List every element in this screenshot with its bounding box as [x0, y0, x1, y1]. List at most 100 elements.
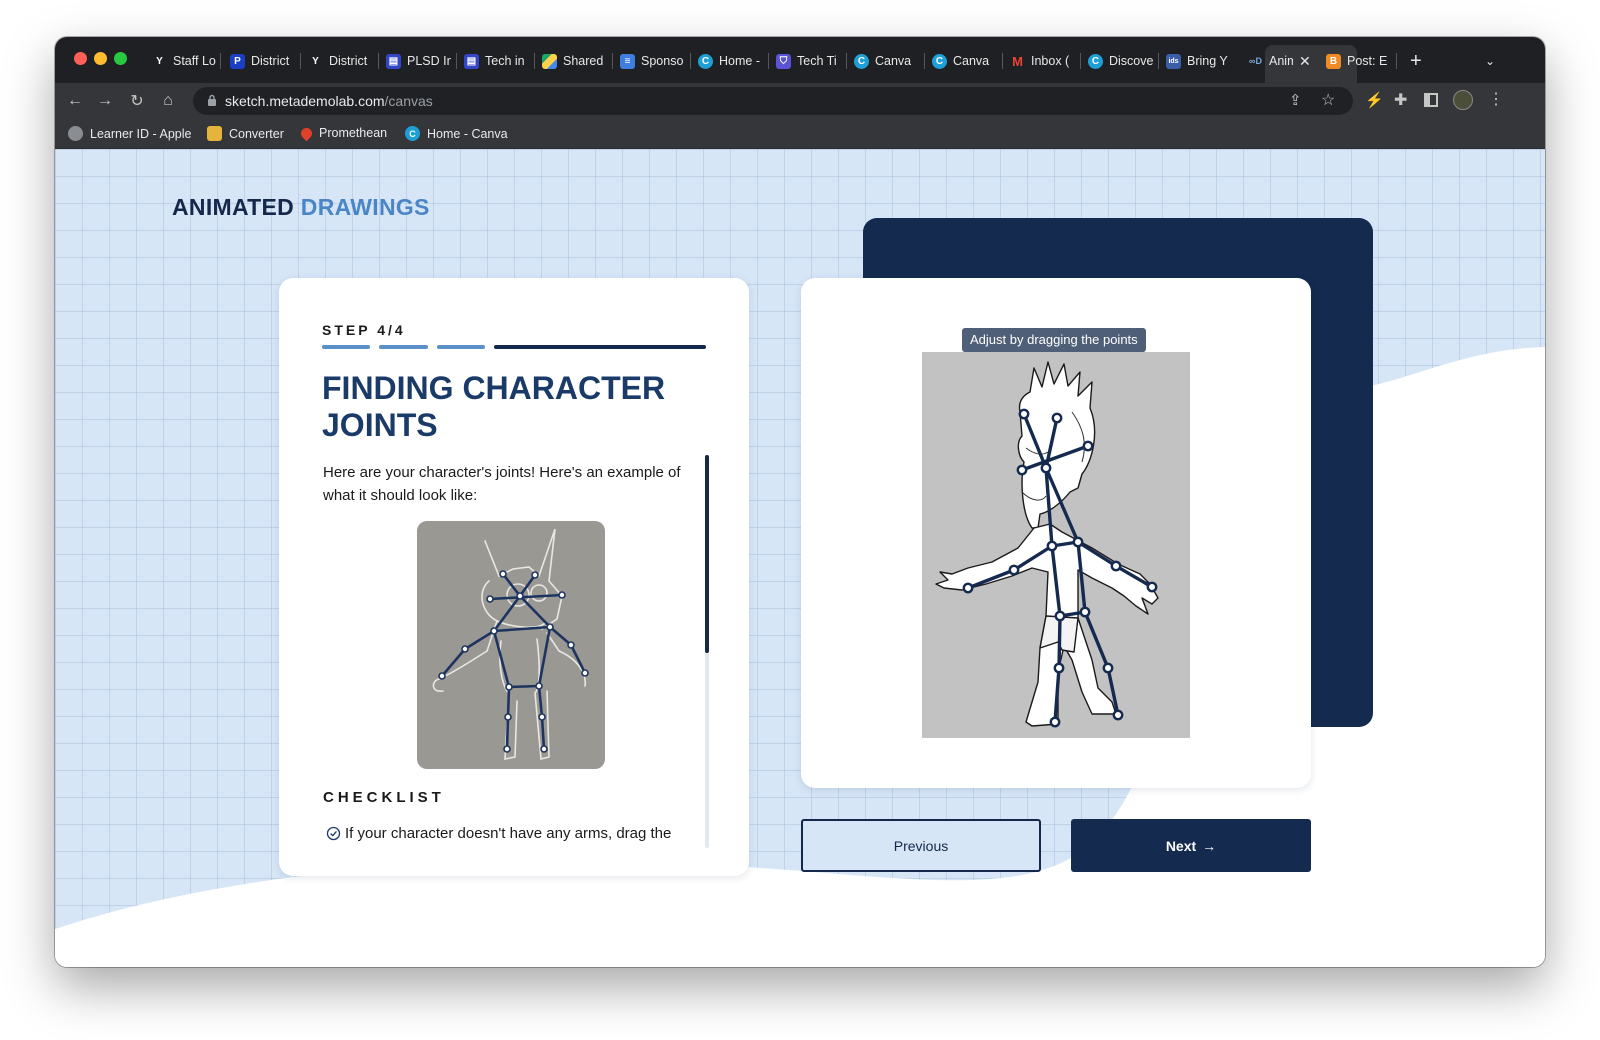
tab-label: Tech in	[485, 54, 525, 68]
converter-icon	[207, 126, 222, 141]
tab-separator	[220, 53, 221, 69]
progress-segment-4	[494, 345, 706, 349]
progress-segment-1	[322, 345, 370, 349]
canva-icon: C	[405, 126, 420, 141]
tab-6[interactable]: Shared	[542, 50, 607, 72]
chevron-down-icon: ⌄	[1485, 54, 1496, 68]
sidebar-icon[interactable]	[1424, 93, 1438, 107]
bookmark-label: Promethean	[319, 126, 388, 140]
tab-label: Home -	[719, 54, 760, 68]
browser-toolbar: ← → ↻ ⌂ sketch.metademolab.com/canvas ⇪ …	[55, 83, 1545, 119]
checklist-title: CHECKLIST	[323, 789, 445, 806]
tab-14[interactable]: ids Bring Y	[1166, 50, 1231, 72]
previous-button[interactable]: Previous	[801, 819, 1041, 872]
url-text: sketch.metademolab.com/canvas	[225, 93, 433, 109]
tab-bar: Y Staff Lo P District Y District ▤ PLSD In ▤…	[55, 37, 1545, 83]
tab-8[interactable]: C Home -	[698, 50, 763, 72]
tab-separator	[846, 53, 847, 69]
tab-separator	[378, 53, 379, 69]
tab-13[interactable]: C Discove	[1088, 50, 1153, 72]
tab-4[interactable]: ▤ PLSD In	[386, 50, 451, 72]
tab-2[interactable]: P District	[230, 50, 295, 72]
step-description: Here are your character's joints! Here's…	[323, 464, 681, 504]
canva-icon: C	[1088, 53, 1103, 69]
puzzle-icon[interactable]: ✚	[1394, 90, 1407, 110]
brand-part2: DRAWINGS	[300, 194, 430, 220]
brand-logo[interactable]: ANIMATED DRAWINGS	[172, 194, 430, 221]
canva-icon: C	[932, 53, 947, 69]
tab-separator	[1158, 53, 1159, 69]
tab-15-active[interactable]: ∞D Anim ✕	[1248, 50, 1311, 72]
promethean-icon	[298, 125, 315, 141]
check-circle-icon	[326, 826, 341, 841]
forward-button[interactable]: →	[95, 91, 115, 111]
close-tab-icon[interactable]: ✕	[1299, 53, 1311, 70]
gmail-icon: M	[1012, 53, 1023, 69]
yahoo-icon: Y	[312, 55, 319, 67]
tab-label: Shared	[563, 54, 604, 68]
meta-icon: ∞D	[1249, 56, 1262, 66]
home-icon: ⌂	[163, 92, 173, 109]
scrollbar-thumb[interactable]	[705, 455, 709, 653]
docs-icon: ≡	[620, 53, 635, 69]
tab-10[interactable]: C Canva	[854, 50, 919, 72]
lock-icon	[208, 94, 216, 106]
bookmark-converter[interactable]: Converter	[207, 126, 284, 141]
minimize-window-button[interactable]	[94, 52, 107, 65]
close-window-button[interactable]	[74, 52, 87, 65]
home-button[interactable]: ⌂	[158, 91, 178, 111]
extension-icon[interactable]: ⚡	[1365, 91, 1384, 109]
tab-label: Tech Ti	[797, 54, 837, 68]
shield-icon: ⛉	[776, 53, 791, 69]
arrow-right-icon: →	[1202, 837, 1217, 854]
character-skeleton-svg[interactable]	[922, 352, 1190, 738]
tab-separator	[1396, 53, 1397, 69]
address-bar[interactable]: sketch.metademolab.com/canvas ⇪ ☆	[193, 87, 1353, 115]
page-content: ANIMATED DRAWINGS STEP 4/4 FINDING CHARA…	[55, 149, 1545, 967]
tab-search-button[interactable]: ⌄	[1485, 50, 1495, 72]
paypal-icon: P	[230, 53, 245, 69]
next-label: Next	[1165, 837, 1197, 854]
checklist-item-text: If your character doesn't have any arms,…	[345, 825, 672, 842]
tab-1[interactable]: Y Staff Lo	[152, 50, 217, 72]
bookmark-learner-id[interactable]: Learner ID - Apple	[68, 126, 191, 141]
drag-hint-tooltip: Adjust by dragging the points	[962, 328, 1146, 352]
bookmark-star-icon[interactable]: ☆	[1321, 90, 1335, 110]
tab-9[interactable]: ⛉ Tech Ti	[776, 50, 841, 72]
joints-editor-card: Adjust by dragging the points	[801, 278, 1311, 788]
reload-button[interactable]: ↻	[127, 91, 147, 111]
next-button[interactable]: Next →	[1071, 819, 1311, 872]
maximize-window-button[interactable]	[114, 52, 127, 65]
share-icon[interactable]: ⇪	[1289, 91, 1302, 109]
tab-16[interactable]: B Post: E	[1326, 50, 1391, 72]
bookmark-label: Converter	[229, 126, 284, 141]
ids-icon: ids	[1166, 53, 1181, 69]
bookmark-promethean[interactable]: Promethean	[298, 125, 388, 141]
new-tab-button[interactable]: +	[1410, 50, 1422, 72]
tab-5[interactable]: ▤ Tech in	[464, 50, 529, 72]
more-menu-icon[interactable]: ⋮	[1488, 89, 1504, 109]
tab-12[interactable]: M Inbox (	[1010, 50, 1075, 72]
progress-segment-3	[437, 345, 485, 349]
tab-7[interactable]: ≡ Sponso	[620, 50, 685, 72]
tab-3[interactable]: Y District	[308, 50, 373, 72]
arrow-left-icon: ←	[67, 92, 83, 109]
tab-label: Staff Lo	[173, 54, 216, 68]
bookmark-home-canva[interactable]: C Home - Canva	[405, 126, 508, 141]
brand-part1: ANIMATED	[172, 194, 295, 220]
tab-label: Canva	[875, 54, 912, 68]
bookmark-label: Learner ID - Apple	[90, 126, 192, 141]
instructions-card: STEP 4/4 FINDING CHARACTER JOINTS Here a…	[279, 278, 749, 876]
tab-label: Sponso	[641, 54, 684, 68]
character-drawing-canvas[interactable]	[922, 352, 1190, 738]
bookmarks-bar: Learner ID - Apple Converter Promethean …	[55, 119, 1545, 149]
tab-separator	[1002, 53, 1003, 69]
form-icon: ▤	[386, 53, 401, 69]
tab-separator	[612, 53, 613, 69]
tab-separator	[924, 53, 925, 69]
back-button[interactable]: ←	[65, 91, 85, 111]
tab-separator	[1080, 53, 1081, 69]
avatar[interactable]	[1453, 90, 1473, 110]
tab-11[interactable]: C Canva	[932, 50, 997, 72]
previous-label: Previous	[893, 837, 949, 854]
